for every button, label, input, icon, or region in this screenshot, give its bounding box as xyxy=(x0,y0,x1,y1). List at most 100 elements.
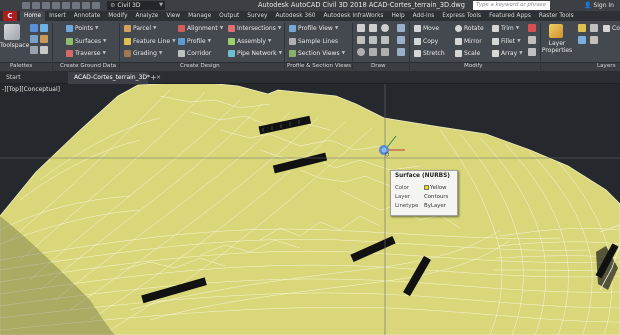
ellipse-icon[interactable] xyxy=(357,48,365,56)
parcel-button[interactable]: Parcel ▼ xyxy=(124,24,157,33)
tab-autodesk-infraworks[interactable]: Autodesk InfraWorks xyxy=(319,11,387,21)
section-views-button[interactable]: Section Views ▼ xyxy=(289,49,345,58)
profile-button[interactable]: Profile ▼ xyxy=(178,37,211,46)
search-input[interactable]: Type a keyword or phrase xyxy=(473,1,550,10)
file-tab-drawing[interactable]: ACAD-Cortes_terrain_3D* × xyxy=(68,72,161,84)
toolspace-label[interactable]: Toolspace xyxy=(0,42,29,49)
arc-icon[interactable] xyxy=(357,36,365,44)
redo-icon[interactable] xyxy=(82,2,90,9)
new-tab-button[interactable]: + xyxy=(150,72,157,84)
viewport-controls[interactable]: -][Top][Conceptual] xyxy=(2,86,60,94)
tab-featured-apps[interactable]: Featured Apps xyxy=(485,11,535,21)
rotate-button[interactable]: Rotate xyxy=(455,24,484,33)
drawing-viewport[interactable]: ⬡ xyxy=(0,84,620,335)
panel-title-layers[interactable]: Layers xyxy=(597,62,616,71)
profile-view-button[interactable]: Profile View ▼ xyxy=(289,24,338,33)
properties-icon[interactable] xyxy=(30,46,38,54)
survey-icon[interactable] xyxy=(30,35,38,43)
circle-icon[interactable] xyxy=(381,24,389,32)
tab-modify[interactable]: Modify xyxy=(104,11,131,21)
offset-icon[interactable] xyxy=(528,48,536,56)
snap-icon[interactable] xyxy=(397,24,405,32)
hatch-icon[interactable] xyxy=(381,36,389,44)
intersections-button[interactable]: Intersections ▼ xyxy=(228,24,281,33)
save-icon[interactable] xyxy=(42,2,50,9)
new-icon[interactable] xyxy=(22,2,30,9)
layer-properties-icon[interactable] xyxy=(549,24,563,38)
panel-title-profile-section[interactable]: Profile & Section Views xyxy=(287,62,351,71)
alignment-button[interactable]: Alignment ▼ xyxy=(178,24,223,33)
grip-icon[interactable] xyxy=(397,48,405,56)
rectangle-icon[interactable] xyxy=(369,36,377,44)
match-properties-icon[interactable] xyxy=(92,2,100,9)
points-button[interactable]: Points ▼ xyxy=(66,24,99,33)
tab-manage[interactable]: Manage xyxy=(184,11,215,21)
traverse-button[interactable]: Traverse ▼ xyxy=(66,49,106,58)
tab-autodesk-360[interactable]: Autodesk 360 xyxy=(271,11,319,21)
layer-off-icon[interactable] xyxy=(590,24,598,32)
copy-clip-button[interactable]: Co xyxy=(603,24,620,33)
tab-home[interactable]: Home xyxy=(20,11,46,21)
application-menu-button[interactable]: C xyxy=(3,11,17,21)
sign-in-link[interactable]: 👤 Sign In xyxy=(584,0,614,11)
close-icon[interactable]: × xyxy=(156,74,161,81)
workspace-dropdown[interactable]: ⚙ Civil 3D ▼ xyxy=(107,1,165,10)
save-as-icon[interactable] xyxy=(52,2,60,9)
stretch-button[interactable]: Stretch xyxy=(414,49,445,58)
trim-button[interactable]: Trim ▼ xyxy=(492,24,519,33)
panel-title-modify[interactable]: Modify xyxy=(464,62,483,71)
layer-state-icon[interactable] xyxy=(578,24,586,32)
feature-line-button[interactable]: Feature Line ▼ xyxy=(124,37,176,46)
toolspace-icon[interactable] xyxy=(4,24,20,40)
scale-button[interactable]: Scale xyxy=(455,49,480,58)
layer-lock-icon[interactable] xyxy=(590,36,598,44)
tab-raster-tools[interactable]: Raster Tools xyxy=(535,11,578,21)
tab-insert[interactable]: Insert xyxy=(45,11,70,21)
panel-title-create-ground-data[interactable]: Create Ground Data xyxy=(60,62,116,71)
spline-icon[interactable] xyxy=(369,48,377,56)
erase-icon[interactable] xyxy=(528,24,536,32)
fillet-label: Fillet xyxy=(501,38,516,45)
block-icon[interactable] xyxy=(397,36,405,44)
undo-icon[interactable] xyxy=(72,2,80,9)
tab-annotate[interactable]: Annotate xyxy=(70,11,105,21)
tooltip-color-label: Color xyxy=(395,185,410,191)
open-icon[interactable] xyxy=(32,2,40,9)
tab-survey[interactable]: Survey xyxy=(243,11,271,21)
tab-output[interactable]: Output xyxy=(215,11,243,21)
file-tab-start[interactable]: Start xyxy=(0,72,68,84)
panel-title-create-design[interactable]: Create Design xyxy=(180,62,220,71)
tool-palettes-icon[interactable] xyxy=(40,46,48,54)
explode-icon[interactable] xyxy=(528,36,536,44)
move-button[interactable]: Move xyxy=(414,24,439,33)
toolbox-icon[interactable] xyxy=(40,35,48,43)
settings-icon[interactable] xyxy=(40,24,48,32)
layer-freeze-icon[interactable] xyxy=(578,36,586,44)
tab-analyze[interactable]: Analyze xyxy=(132,11,163,21)
grading-button[interactable]: Grading ▼ xyxy=(124,49,162,58)
panel-title-draw[interactable]: Draw xyxy=(371,62,386,71)
corridor-button[interactable]: Corridor xyxy=(178,49,211,58)
tab-view[interactable]: View xyxy=(162,11,184,21)
prospector-icon[interactable] xyxy=(30,24,38,32)
mirror-button[interactable]: Mirror xyxy=(455,37,482,46)
chevron-down-icon: ▼ xyxy=(95,26,99,31)
layer-properties-label[interactable]: Layer Properties xyxy=(540,40,574,54)
sample-lines-button[interactable]: Sample Lines xyxy=(289,37,338,46)
panel-title-palettes[interactable]: Palettes xyxy=(10,62,32,71)
surfaces-button[interactable]: Surfaces ▼ xyxy=(66,37,106,46)
assembly-button[interactable]: Assembly ▼ xyxy=(228,37,271,46)
region-icon[interactable] xyxy=(381,48,389,56)
line-icon[interactable] xyxy=(357,24,365,32)
plot-icon[interactable] xyxy=(62,2,70,9)
fillet-button[interactable]: Fillet ▼ xyxy=(492,37,521,46)
polyline-icon[interactable] xyxy=(369,24,377,32)
tab-help[interactable]: Help xyxy=(387,11,408,21)
array-button[interactable]: Array ▼ xyxy=(492,49,523,58)
copy-button[interactable]: Copy xyxy=(414,37,438,46)
copy-label: Copy xyxy=(423,38,439,45)
profile-view-label: Profile View xyxy=(298,25,333,32)
pipe-network-button[interactable]: Pipe Network ▼ xyxy=(228,49,282,58)
tab-add-ins[interactable]: Add-ins xyxy=(409,11,439,21)
tab-express-tools[interactable]: Express Tools xyxy=(438,11,485,21)
